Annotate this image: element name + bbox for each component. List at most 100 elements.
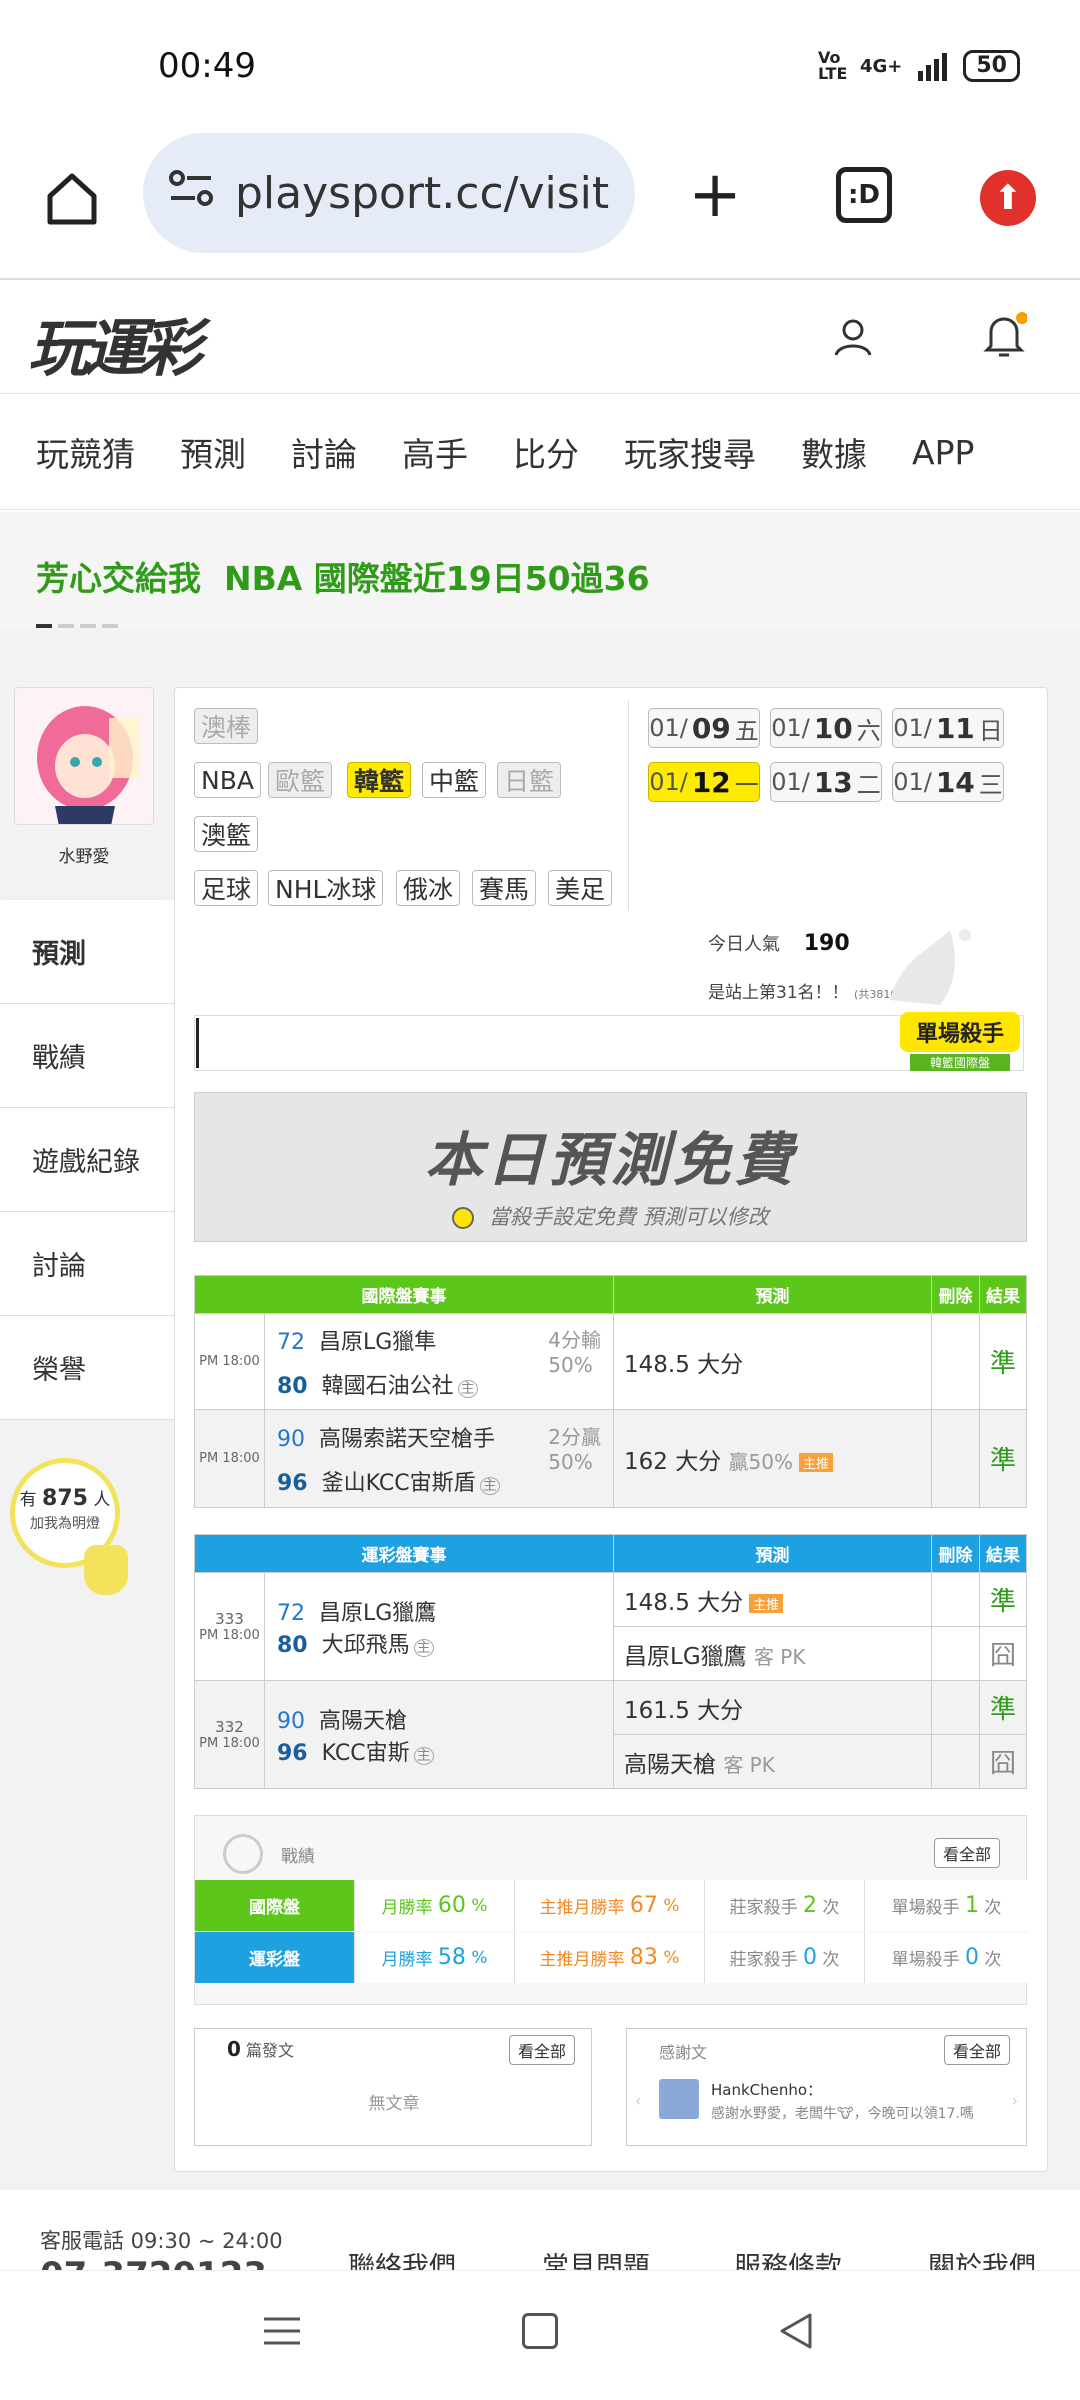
sport-header-pick: 預測 — [613, 1534, 932, 1573]
main-pick-badge: 主推 — [798, 1452, 833, 1472]
notification-bell-icon[interactable] — [976, 308, 1032, 364]
browser-toolbar: playsport.cc/visit + :D ⬆ — [0, 130, 1080, 280]
side-item-record[interactable]: 戰績 — [0, 1004, 174, 1108]
free-banner-title: 本日預測免費 — [424, 1126, 797, 1194]
nav-item-app[interactable]: APP — [912, 433, 974, 472]
intl-header-delete: 刪除 — [931, 1275, 980, 1314]
league-tag-japan-basketball[interactable]: 日籃 — [497, 762, 562, 798]
side-menu: 預測 戰績 遊戲紀錄 討論 榮譽 — [0, 900, 174, 1420]
intl-header-result: 結果 — [979, 1275, 1027, 1314]
footer-service-hours: 客服電話 09:30 ~ 24:00 — [40, 2229, 283, 2253]
league-tag-nba[interactable]: NBA — [194, 762, 261, 798]
side-item-predict[interactable]: 預測 — [0, 900, 174, 1004]
nav-item-discuss[interactable]: 討論 — [291, 428, 357, 476]
league-tag-nhl[interactable]: NHL冰球 — [268, 870, 384, 906]
date-0109[interactable]: 01/09 五 — [648, 708, 760, 748]
league-tag-aus-baseball[interactable]: 澳棒 — [194, 708, 259, 744]
table-row: PM 18:00 72 昌原LG獵隼 80 韓國石油公社主 4分輸 50% 148… — [194, 1313, 1027, 1410]
league-tag-horse-racing[interactable]: 賽馬 — [472, 870, 537, 906]
carousel-prev-icon[interactable]: ‹ — [635, 2091, 641, 2110]
league-tag-euro-basketball[interactable]: 歐籃 — [268, 762, 333, 798]
back-icon[interactable] — [776, 2311, 816, 2351]
nav-item-scores[interactable]: 比分 — [513, 428, 579, 476]
headline-ticker[interactable]: 芳心交給我 NBA 國際盤近19日50過36 — [0, 512, 1080, 630]
nav-item-experts[interactable]: 高手 — [402, 428, 468, 476]
table-row: 332 PM 18:00 90 高陽天槍 96 KCC宙斯主 161.5 大分 準 — [194, 1680, 1027, 1789]
free-banner-sub: 當殺手設定免費 預測可以修改 — [195, 1201, 1026, 1231]
panel-divider — [628, 700, 629, 910]
site-header: 玩運彩 — [0, 282, 1080, 394]
site-settings-icon[interactable] — [169, 168, 213, 219]
record-view-all-button[interactable]: 看全部 — [933, 1838, 1000, 1868]
pick-cell: 148.5 大分 — [613, 1313, 932, 1410]
date-0113[interactable]: 01/13 二 — [770, 762, 882, 802]
carousel-next-icon[interactable]: › — [1012, 2091, 1018, 2110]
record-row-sport: 運彩盤 月勝率 58 % 主推月勝率 83 % 莊家殺手 0 次 單場殺手 0 … — [195, 1932, 1028, 1983]
league-tag-korean-basketball[interactable]: 韓籃 — [347, 762, 412, 798]
avatar[interactable] — [14, 687, 154, 825]
nav-item-data[interactable]: 數據 — [801, 428, 867, 476]
fan-cta: 加我為明燈 — [30, 1516, 100, 1532]
menu-icon[interactable] — [262, 2311, 302, 2351]
home-icon[interactable] — [36, 162, 108, 234]
posts-box: 0 篇發文 看全部 無文章 — [194, 2028, 592, 2146]
user-icon[interactable] — [826, 310, 880, 364]
address-bar[interactable]: playsport.cc/visit — [143, 133, 635, 253]
footer: 客服電話 09:30 ~ 24:00 07-3720123 聯絡我們 常見問題 … — [0, 2195, 1080, 2295]
sport-header-delete: 刪除 — [931, 1534, 980, 1573]
intl-odds-table: 國際盤賽事 預測 刪除 結果 PM 18:00 72 昌原LG獵隼 80 韓國石… — [194, 1275, 1027, 1508]
home-square-icon[interactable] — [522, 2313, 558, 2349]
volte-icon: Vo LTE — [817, 48, 848, 83]
date-0114[interactable]: 01/14 三 — [892, 762, 1004, 802]
target-icon — [223, 1834, 263, 1874]
side-item-game-log[interactable]: 遊戲紀錄 — [0, 1108, 174, 1212]
pick-cell: 162 大分 贏50% 主推 — [613, 1409, 932, 1508]
tab-switcher-icon[interactable]: :D — [836, 167, 892, 223]
signal-bars-icon — [918, 51, 948, 81]
status-bar: 00:49 Vo LTE 4G+ 50 — [0, 0, 1080, 130]
nav-item-player-search[interactable]: 玩家搜尋 — [624, 428, 756, 476]
profile-name: 水野愛 — [58, 847, 110, 867]
thanks-text: 感謝水野愛，老闆牛🐮，今晚可以領17.嗎 — [711, 2106, 974, 2122]
result-win: 準 — [979, 1409, 1027, 1508]
date-0110[interactable]: 01/10 六 — [770, 708, 882, 748]
nav-item-predict[interactable]: 預測 — [180, 428, 246, 476]
sport-odds-table: 運彩盤賽事 預測 刪除 結果 333 PM 18:00 72 昌原LG獵鷹 80 … — [194, 1534, 1027, 1789]
side-item-discuss[interactable]: 討論 — [0, 1212, 174, 1316]
signal-icon: 4G+ — [859, 55, 903, 77]
nav-item-guess[interactable]: 玩競猜 — [36, 428, 135, 476]
date-0111[interactable]: 01/11 日 — [892, 708, 1004, 748]
league-tag-chinese-basketball[interactable]: 中籃 — [422, 762, 487, 798]
table-row: PM 18:00 90 高陽索諾天空槍手 96 釜山KCC宙斯盾主 2分贏 50%… — [194, 1409, 1027, 1508]
date-0112[interactable]: 01/12 一 — [648, 762, 760, 802]
result-win: 準 — [979, 1313, 1027, 1410]
ticker-dots — [36, 624, 118, 628]
popularity: 今日人氣 190 — [708, 931, 850, 956]
battery-icon: 50 — [963, 50, 1020, 82]
update-icon[interactable]: ⬆ — [980, 170, 1036, 226]
posts-empty: 無文章 — [368, 2094, 420, 2114]
thanks-view-all-button[interactable]: 看全部 — [943, 2035, 1010, 2065]
clock: 00:49 — [158, 46, 256, 86]
fan-count: 有 875 人 — [19, 1486, 111, 1511]
league-tag-football[interactable]: 足球 — [194, 870, 259, 906]
league-tag-american-football[interactable]: 美足 — [548, 870, 613, 906]
league-tag-aus-basketball[interactable]: 澳籃 — [194, 816, 259, 852]
popularity-value: 190 — [803, 931, 850, 956]
posts-count: 0 篇發文 — [227, 2037, 295, 2061]
headline-text[interactable]: 芳心交給我 NBA 國際盤近19日50過36 — [36, 552, 650, 600]
headline-message: NBA 國際盤近19日50過36 — [223, 559, 650, 598]
side-item-honor[interactable]: 榮譽 — [0, 1316, 174, 1420]
url-text: playsport.cc/visit — [235, 167, 610, 219]
sport-header-result: 結果 — [979, 1534, 1027, 1573]
league-tag-russian-hockey[interactable]: 俄冰 — [396, 870, 461, 906]
lightbulb-base-icon — [84, 1545, 128, 1595]
system-nav-bar — [0, 2270, 1080, 2400]
killer-badge: 單場殺手 韓籃國際盤 — [900, 1012, 1020, 1082]
status-indicators: Vo LTE 4G+ 50 — [818, 50, 1020, 82]
site-logo[interactable]: 玩運彩 — [28, 298, 202, 388]
free-prediction-banner: 本日預測免費 當殺手設定免費 預測可以修改 — [194, 1092, 1027, 1242]
main-nav: 玩競猜 預測 討論 高手 比分 玩家搜尋 數據 APP — [0, 395, 1080, 510]
new-tab-icon[interactable]: + — [680, 158, 750, 232]
posts-view-all-button[interactable]: 看全部 — [508, 2035, 575, 2065]
